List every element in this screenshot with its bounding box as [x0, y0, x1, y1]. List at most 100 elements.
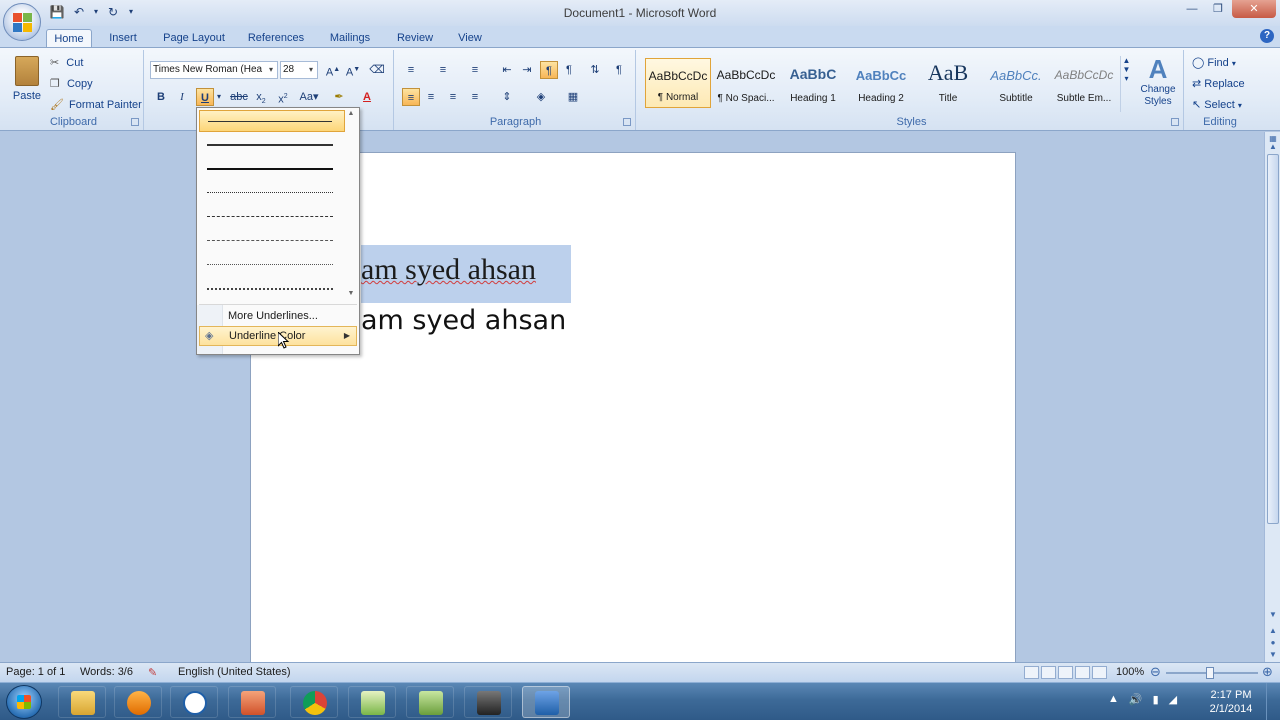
web-layout-icon[interactable] [1058, 666, 1073, 679]
taskbar-explorer[interactable] [58, 686, 106, 718]
copy-button[interactable]: ❐ Copy [50, 77, 93, 90]
clear-formatting-icon[interactable]: ⌫ [368, 61, 386, 79]
full-screen-reading-icon[interactable] [1041, 666, 1056, 679]
word-count[interactable]: Words: 3/6 [80, 666, 133, 678]
subscript-icon[interactable]: x2 [252, 88, 270, 106]
style-no-spacing[interactable]: AaBbCcDc ¶ No Spaci... [713, 58, 779, 108]
taskbar-app-7[interactable] [406, 686, 454, 718]
style-title[interactable]: AaB Title [915, 58, 981, 108]
font-color-icon[interactable]: A [358, 88, 376, 106]
align-left-icon[interactable]: ≡ [402, 88, 420, 106]
decrease-indent-icon[interactable]: ⇤ [498, 61, 516, 79]
style-heading-1[interactable]: AaBbC Heading 1 [780, 58, 846, 108]
help-icon[interactable]: ? [1260, 29, 1274, 43]
paragraph-dialog-launcher[interactable] [623, 118, 631, 126]
change-styles-button[interactable]: A Change Styles [1136, 54, 1180, 116]
taskbar-app-4[interactable] [228, 686, 276, 718]
scroll-up-icon[interactable]: ▲ [1267, 142, 1279, 154]
minimize-button[interactable]: — [1180, 0, 1204, 18]
ltr-text-icon[interactable]: ¶ [540, 61, 558, 79]
numbering-icon[interactable]: ≡ [434, 61, 452, 79]
line-spacing-icon[interactable]: ⇕ [498, 88, 516, 106]
underline-option-thick[interactable] [199, 158, 345, 180]
close-button[interactable]: ✕ [1232, 0, 1276, 18]
tab-mailings[interactable]: Mailings [322, 29, 378, 48]
bold-icon[interactable]: B [152, 88, 170, 106]
scroll-up-icon[interactable]: ▲ [345, 110, 357, 117]
underline-option-single[interactable] [199, 110, 345, 132]
styles-gallery-scroll[interactable]: ▲ ▼ ▾ [1120, 56, 1132, 112]
find-button[interactable]: ◯ Find ▾ [1192, 56, 1236, 69]
zoom-out-icon[interactable]: ⊖ [1150, 664, 1161, 680]
taskbar-hp[interactable] [170, 686, 218, 718]
taskbar-word[interactable] [522, 686, 570, 718]
underline-option-dot-dash[interactable] [199, 230, 345, 252]
tab-review[interactable]: Review [390, 29, 440, 48]
vertical-scrollbar[interactable]: ▦ ▲ ▼ ▲ ● ▼ [1264, 132, 1280, 662]
document-page[interactable]: am syed ahsan am syed ahsan [250, 152, 1016, 672]
next-page-icon[interactable]: ▼ [1267, 650, 1279, 662]
select-button[interactable]: ↖ Select ▾ [1192, 98, 1242, 111]
borders-icon[interactable]: ▦ [564, 88, 582, 106]
align-right-icon[interactable]: ≡ [444, 88, 462, 106]
maximize-button[interactable]: ❐ [1206, 0, 1230, 18]
show-hidden-icons-icon[interactable]: ▲ [1108, 693, 1119, 706]
underline-icon[interactable]: U [196, 88, 214, 106]
outline-view-icon[interactable] [1075, 666, 1090, 679]
tab-page-layout[interactable]: Page Layout [158, 29, 230, 48]
page-count[interactable]: Page: 1 of 1 [6, 666, 65, 678]
align-center-icon[interactable]: ≡ [422, 88, 440, 106]
shrink-font-icon[interactable]: A▼ [344, 61, 362, 79]
office-button[interactable] [3, 3, 41, 41]
clipboard-dialog-launcher[interactable] [131, 118, 139, 126]
sort-icon[interactable]: ⇅ [586, 61, 604, 79]
volume-icon[interactable]: 🔊 [1129, 693, 1143, 706]
selected-text-line[interactable]: am syed ahsan [361, 245, 571, 303]
increase-indent-icon[interactable]: ⇥ [518, 61, 536, 79]
scroll-down-icon[interactable]: ▼ [345, 290, 357, 297]
style-normal[interactable]: AaBbCcDc ¶ Normal [645, 58, 711, 108]
scroll-down-icon[interactable]: ▼ [1267, 610, 1279, 622]
zoom-level[interactable]: 100% [1116, 666, 1144, 678]
multilevel-list-icon[interactable]: ≡ [466, 61, 484, 79]
underline-option-dot-dot-dash[interactable] [199, 254, 345, 276]
shading-icon[interactable]: ◈ [532, 88, 550, 106]
draft-view-icon[interactable] [1092, 666, 1107, 679]
italic-icon[interactable]: I [173, 88, 191, 106]
underline-option-wave[interactable] [199, 278, 345, 300]
underline-option-words[interactable] [199, 134, 345, 156]
show-desktop-button[interactable] [1266, 683, 1280, 720]
scroll-thumb[interactable] [1267, 154, 1279, 524]
grow-font-icon[interactable]: A▲ [324, 61, 342, 79]
paste-button[interactable]: Paste [10, 54, 44, 112]
style-subtitle[interactable]: AaBbCc. Subtitle [983, 58, 1049, 108]
previous-page-icon[interactable]: ▲ [1267, 626, 1279, 638]
font-name-combo[interactable]: Times New Roman (Hea ▾ [150, 61, 278, 79]
underline-option-dashed[interactable] [199, 206, 345, 228]
text-line[interactable]: am syed ahsan [361, 305, 566, 336]
strikethrough-icon[interactable]: abc [230, 88, 248, 106]
menu-scrollbar[interactable]: ▲ ▼ [345, 110, 357, 300]
show-marks-icon[interactable]: ¶ [610, 61, 628, 79]
zoom-slider-knob[interactable] [1206, 667, 1214, 679]
bullets-icon[interactable]: ≡ [402, 61, 420, 79]
battery-icon[interactable]: ▮ [1153, 693, 1159, 706]
style-heading-2[interactable]: AaBbCc Heading 2 [848, 58, 914, 108]
highlight-icon[interactable]: ✒ [330, 88, 348, 106]
network-icon[interactable]: ◢ [1169, 693, 1177, 706]
clock[interactable]: 2:17 PM 2/1/2014 [1206, 688, 1256, 716]
tab-view[interactable]: View [450, 29, 490, 48]
taskbar-chrome[interactable] [290, 686, 338, 718]
tab-references[interactable]: References [242, 29, 310, 48]
superscript-icon[interactable]: x2 [274, 88, 292, 106]
justify-icon[interactable]: ≡ [466, 88, 484, 106]
more-underlines-item[interactable]: More Underlines... [199, 306, 357, 326]
change-case-icon[interactable]: Aa▾ [296, 88, 322, 106]
start-button[interactable] [6, 685, 42, 719]
underline-option-dotted[interactable] [199, 182, 345, 204]
format-painter-button[interactable]: 🖌 Format Painter [50, 98, 142, 111]
proofing-error-icon[interactable]: ✎ [148, 666, 157, 679]
select-browse-object-icon[interactable]: ● [1267, 638, 1279, 650]
rtl-text-icon[interactable]: ¶ [560, 61, 578, 79]
taskbar-app-6[interactable] [348, 686, 396, 718]
